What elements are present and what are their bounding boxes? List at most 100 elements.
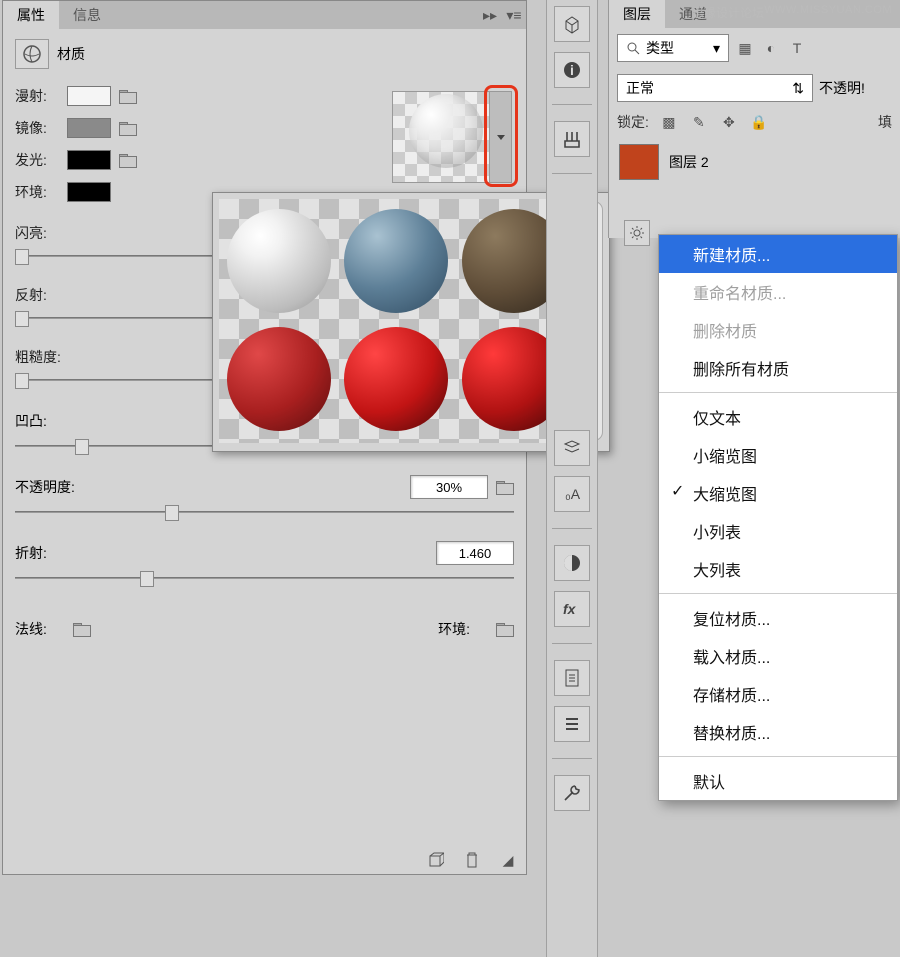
sphere-icon bbox=[22, 44, 42, 64]
menu-item[interactable]: 存储材质... bbox=[659, 675, 897, 713]
gear-icon bbox=[629, 225, 645, 241]
layer-thumbnail bbox=[619, 144, 659, 180]
opacity-input[interactable] bbox=[410, 475, 488, 499]
refract-input[interactable] bbox=[436, 541, 514, 565]
layer-name: 图层 2 bbox=[669, 152, 709, 172]
lock-move-icon[interactable]: ✥ bbox=[719, 112, 739, 132]
filter-label: 类型 bbox=[646, 38, 674, 58]
layers-panel: 图层 通道 类型 ▾ ▦ ◐ T 正常 ⇅ 不透明! 锁定: ▩ ✎ ✥ 🔒 填… bbox=[608, 0, 900, 238]
material-context-menu: 新建材质...重命名材质...删除材质删除所有材质仅文本小缩览图大缩览图小列表大… bbox=[658, 234, 898, 801]
menu-item[interactable]: 替换材质... bbox=[659, 713, 897, 751]
material-preset-white[interactable] bbox=[223, 203, 335, 319]
layers-icon[interactable] bbox=[554, 430, 590, 466]
specular-swatch[interactable] bbox=[67, 118, 111, 138]
layer-opacity-label: 不透明! bbox=[819, 78, 865, 98]
menu-item[interactable]: 删除所有材质 bbox=[659, 349, 897, 387]
cube-tool-icon[interactable] bbox=[554, 6, 590, 42]
menu-item[interactable]: 复位材质... bbox=[659, 599, 897, 637]
menu-item[interactable]: 小缩览图 bbox=[659, 436, 897, 474]
wrench-icon[interactable] bbox=[554, 775, 590, 811]
material-icon-button[interactable] bbox=[15, 39, 49, 69]
watermark2: 思缘设计论坛 bbox=[692, 4, 764, 21]
material-preset-red-stripe[interactable] bbox=[340, 321, 452, 437]
properties-tab-bar: 属性 信息 ▸▸ ▾≡ bbox=[3, 1, 526, 29]
env2-folder-icon[interactable] bbox=[496, 621, 514, 637]
svg-text:i: i bbox=[570, 62, 574, 78]
chevron-down-icon: ▾ bbox=[713, 40, 720, 57]
tool-strip: i ₀A fx bbox=[546, 0, 598, 957]
env-label: 环境: bbox=[15, 182, 59, 202]
fx-icon[interactable]: fx bbox=[554, 591, 590, 627]
env2-label: 环境: bbox=[438, 619, 470, 639]
menu-item[interactable]: 大缩览图 bbox=[659, 474, 897, 512]
character-icon[interactable]: ₀A bbox=[554, 476, 590, 512]
glow-label: 发光: bbox=[15, 150, 59, 170]
watermark: WWW.MISSYUAN.COM bbox=[764, 4, 892, 16]
svg-text:₀A: ₀A bbox=[565, 486, 581, 502]
diffuse-label: 漫射: bbox=[15, 86, 59, 106]
menu-separator bbox=[659, 593, 897, 594]
layer-filter-type[interactable]: 类型 ▾ bbox=[617, 34, 729, 62]
tab-layers[interactable]: 图层 bbox=[609, 0, 665, 28]
lock-brush-icon[interactable]: ✎ bbox=[689, 112, 709, 132]
chevron-updown-icon: ⇅ bbox=[792, 80, 804, 97]
panel-title: 材质 bbox=[57, 44, 85, 64]
cube-wire-icon[interactable] bbox=[426, 850, 446, 870]
filter-type-icon[interactable]: T bbox=[787, 38, 807, 58]
blend-mode-select[interactable]: 正常 ⇅ bbox=[617, 74, 813, 102]
filter-pixel-icon[interactable]: ▦ bbox=[735, 38, 755, 58]
document-icon[interactable] bbox=[554, 660, 590, 696]
tab-info[interactable]: 信息 bbox=[59, 1, 115, 29]
filter-adjust-icon[interactable]: ◐ bbox=[761, 38, 781, 58]
opacity-folder-icon[interactable] bbox=[496, 479, 514, 495]
specular-label: 镜像: bbox=[15, 118, 59, 138]
menu-item: 重命名材质... bbox=[659, 273, 897, 311]
bump-label: 凹凸: bbox=[15, 411, 75, 431]
menu-item: 删除材质 bbox=[659, 311, 897, 349]
refract-slider[interactable] bbox=[15, 569, 514, 589]
menu-item[interactable]: 新建材质... bbox=[659, 235, 897, 273]
menu-item[interactable]: 小列表 bbox=[659, 512, 897, 550]
menu-separator bbox=[659, 756, 897, 757]
fill-label: 填 bbox=[878, 112, 892, 132]
opacity-slider[interactable] bbox=[15, 503, 514, 523]
specular-folder-icon[interactable] bbox=[119, 120, 137, 136]
menu-item[interactable]: 大列表 bbox=[659, 550, 897, 588]
lock-transparency-icon[interactable]: ▩ bbox=[659, 112, 679, 132]
panel-menu-icon[interactable]: ▾≡ bbox=[502, 7, 526, 24]
diffuse-folder-icon[interactable] bbox=[119, 88, 137, 104]
material-preset-blue[interactable] bbox=[340, 203, 452, 319]
material-dropdown-button[interactable] bbox=[489, 92, 511, 182]
panel-collapse-icon[interactable]: ▸▸ bbox=[478, 7, 502, 24]
tab-properties[interactable]: 属性 bbox=[3, 1, 59, 29]
gear-icon-button[interactable] bbox=[624, 220, 650, 246]
normal-label: 法线: bbox=[15, 619, 47, 639]
lock-label: 锁定: bbox=[617, 112, 649, 132]
resize-grip-icon[interactable]: ◢ bbox=[498, 850, 518, 870]
panel-footer: ◢ bbox=[426, 850, 518, 870]
diffuse-swatch[interactable] bbox=[67, 86, 111, 106]
menu-item[interactable]: 载入材质... bbox=[659, 637, 897, 675]
svg-text:fx: fx bbox=[563, 601, 577, 617]
search-icon bbox=[626, 41, 640, 55]
menu-item[interactable]: 默认 bbox=[659, 762, 897, 800]
material-preview bbox=[392, 91, 512, 183]
blend-mode-value: 正常 bbox=[626, 78, 654, 98]
menu-item[interactable]: 仅文本 bbox=[659, 398, 897, 436]
refract-label: 折射: bbox=[15, 543, 75, 563]
layer-row[interactable]: 图层 2 bbox=[609, 136, 900, 188]
lock-all-icon[interactable]: 🔒 bbox=[749, 112, 769, 132]
opacity-label: 不透明度: bbox=[15, 477, 95, 497]
glow-swatch[interactable] bbox=[67, 150, 111, 170]
brushes-icon[interactable] bbox=[554, 121, 590, 157]
trash-icon[interactable] bbox=[462, 850, 482, 870]
list-icon[interactable] bbox=[554, 706, 590, 742]
env-swatch[interactable] bbox=[67, 182, 111, 202]
menu-separator bbox=[659, 392, 897, 393]
preview-sphere bbox=[409, 94, 483, 168]
info-icon[interactable]: i bbox=[554, 52, 590, 88]
glow-folder-icon[interactable] bbox=[119, 152, 137, 168]
normal-folder-icon[interactable] bbox=[73, 621, 91, 637]
material-preset-red-pattern[interactable] bbox=[223, 321, 335, 437]
contrast-icon[interactable] bbox=[554, 545, 590, 581]
